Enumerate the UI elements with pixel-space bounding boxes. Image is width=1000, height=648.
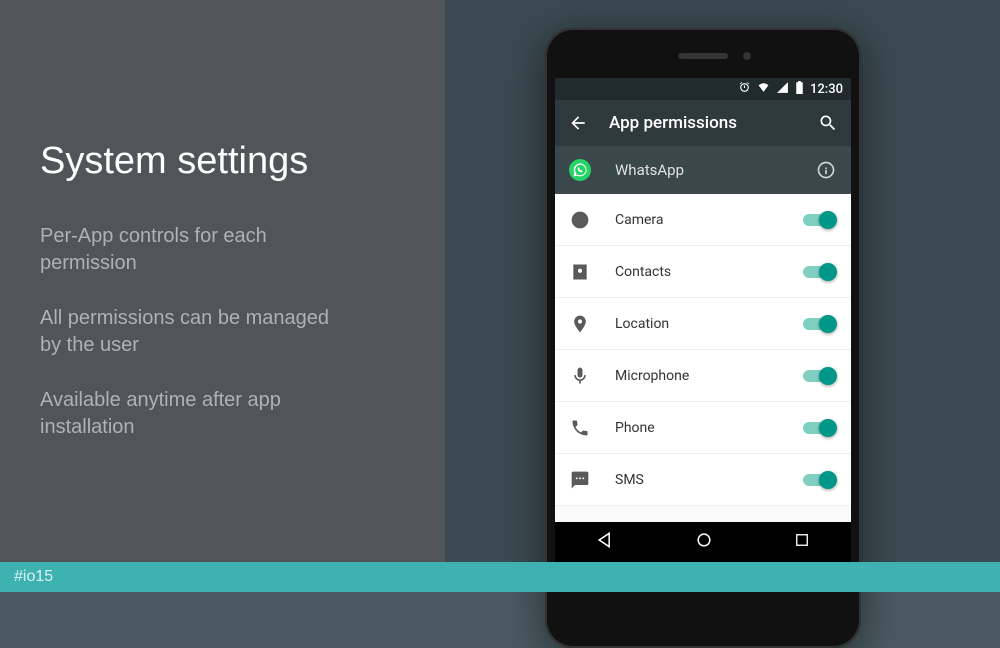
permission-row-contacts: Contacts [555,246,851,298]
permission-label: Contacts [615,264,779,280]
wifi-icon [757,81,770,97]
battery-icon [795,81,804,97]
slide-text-panel: System settings Per-App controls for eac… [0,0,445,562]
signal-icon [776,81,789,97]
permission-toggle-camera[interactable] [803,211,837,229]
nav-home-button[interactable] [694,530,714,554]
permission-row-camera: Camera [555,194,851,246]
whatsapp-icon [569,159,591,181]
search-button[interactable] [817,112,839,134]
contacts-icon [569,261,591,283]
permission-label: Location [615,316,779,332]
camera-icon [569,209,591,231]
permission-row-microphone: Microphone [555,350,851,402]
phone-icon [569,417,591,439]
app-subheader: WhatsApp [555,146,851,194]
footer-hashtag: #io15 [0,562,1000,592]
location-icon [569,313,591,335]
permission-row-phone: Phone [555,402,851,454]
slide-bullet: Per-App controls for each permission [40,223,340,277]
permissions-list: Camera Contacts Location Microphone Phone SMS [555,194,851,506]
permission-toggle-phone[interactable] [803,419,837,437]
permission-row-location: Location [555,298,851,350]
permission-label: SMS [615,472,779,488]
app-name-label: WhatsApp [615,161,791,179]
hashtag-text: #io15 [14,568,53,586]
permission-label: Camera [615,212,779,228]
app-bar-title: App permissions [609,113,797,133]
slide-bullet: Available anytime after app installation [40,387,340,441]
android-nav-bar [555,522,851,562]
phone-panel: 12:30 App permissions WhatsApp [445,0,1000,562]
info-button[interactable] [815,159,837,181]
microphone-icon [569,365,591,387]
slide-title: System settings [40,140,405,183]
permission-toggle-contacts[interactable] [803,263,837,281]
nav-back-button[interactable] [595,530,615,554]
permission-toggle-location[interactable] [803,315,837,333]
permission-label: Microphone [615,368,779,384]
app-bar: App permissions [555,100,851,146]
phone-screen: 12:30 App permissions WhatsApp [555,78,851,562]
permission-toggle-microphone[interactable] [803,367,837,385]
status-bar: 12:30 [555,78,851,100]
clock-text: 12:30 [810,82,843,97]
permission-label: Phone [615,420,779,436]
nav-recent-button[interactable] [793,531,811,553]
permission-toggle-sms[interactable] [803,471,837,489]
back-button[interactable] [567,112,589,134]
slide-bullet: All permissions can be managed by the us… [40,305,340,359]
permission-row-sms: SMS [555,454,851,506]
sms-icon [569,469,591,491]
phone-frame: 12:30 App permissions WhatsApp [545,28,861,648]
alarm-icon [738,81,751,97]
